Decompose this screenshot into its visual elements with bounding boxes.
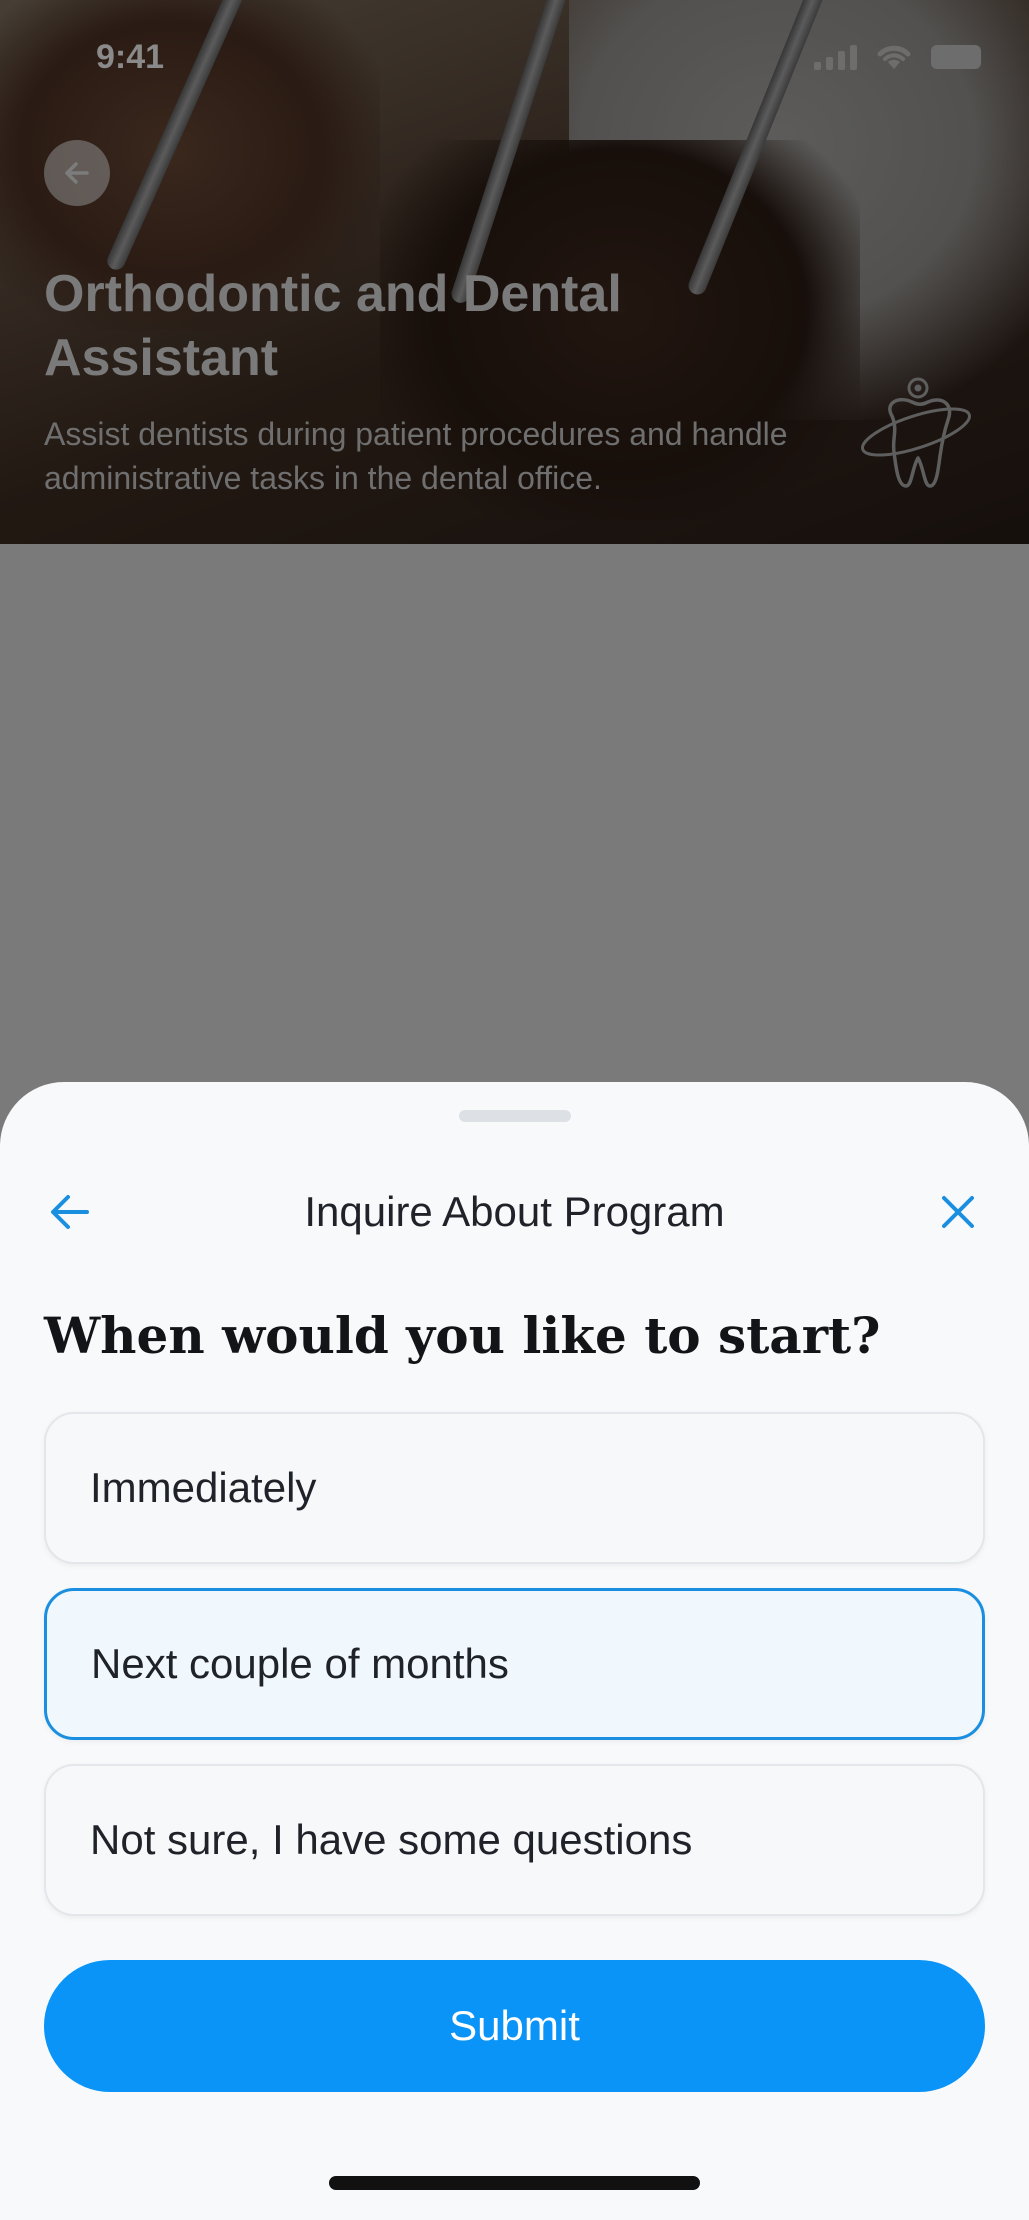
wifi-icon (877, 45, 911, 69)
close-icon (942, 1196, 974, 1228)
option-immediately[interactable]: Immediately (44, 1412, 985, 1564)
arrow-left-icon (51, 1195, 89, 1229)
sheet-back-button[interactable] (40, 1182, 100, 1242)
program-description: Assist dentists during patient procedure… (44, 416, 788, 496)
sheet-close-button[interactable] (928, 1182, 988, 1242)
battery-icon (931, 45, 981, 69)
home-indicator[interactable] (329, 2176, 700, 2190)
sheet-grabber[interactable] (459, 1110, 571, 1122)
option-label: Not sure, I have some questions (90, 1816, 693, 1863)
program-hero: 9:41 Orthodontic and Dental Assistant As… (0, 0, 1029, 544)
submit-button[interactable]: Submit (44, 1960, 985, 2092)
option-label: Immediately (90, 1464, 317, 1511)
sheet-title: Inquire About Program (304, 1188, 725, 1235)
option-label: Next couple of months (91, 1640, 509, 1687)
status-time: 9:41 (96, 38, 165, 76)
start-options: Immediately Next couple of months Not su… (44, 1412, 985, 1940)
phone-screen: 9:41 Orthodontic and Dental Assistant As… (0, 0, 1029, 2220)
program-title: Orthodontic and Dental Assistant (44, 265, 622, 387)
tooth-icon (861, 377, 971, 488)
start-question: When would you like to start? (44, 1306, 881, 1365)
hero-back-button[interactable] (44, 140, 110, 206)
status-bar: 9:41 (0, 0, 1029, 120)
cellular-signal-icon (814, 44, 857, 70)
option-not-sure[interactable]: Not sure, I have some questions (44, 1764, 985, 1916)
inquiry-bottom-sheet: Inquire About Program When would you lik… (0, 1082, 1029, 2220)
status-icons (814, 42, 981, 72)
arrow-left-icon (65, 162, 89, 184)
option-next-couple-of-months[interactable]: Next couple of months (44, 1588, 985, 1740)
